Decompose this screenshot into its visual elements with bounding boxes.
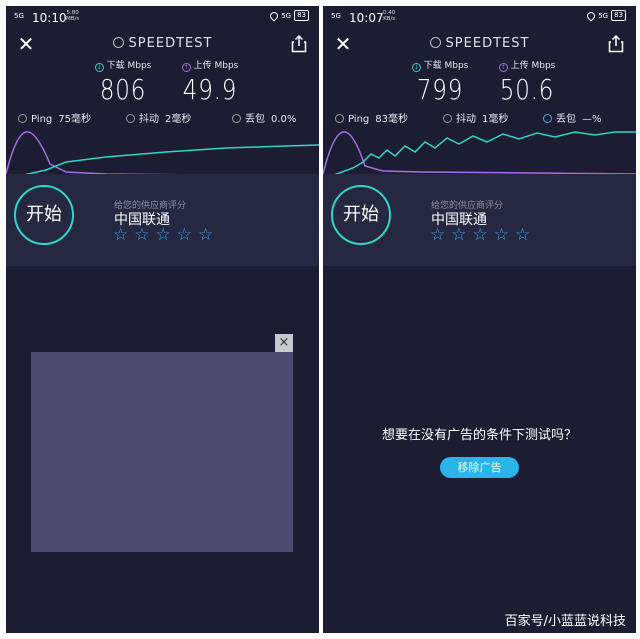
help-icon[interactable] — [543, 114, 552, 123]
upload-icon: ↑ — [181, 63, 191, 72]
watermark: 百家号/小蓝蓝说科技 — [504, 614, 626, 629]
star-icon[interactable]: ☆ — [494, 227, 509, 244]
star-icon[interactable]: ☆ — [113, 227, 128, 244]
ping-stat: Ping 83毫秒 — [335, 110, 408, 125]
ad-banner[interactable] — [31, 352, 293, 552]
download-metric: ↓ 下载 Mbps 799 — [395, 58, 485, 106]
upload-metric: ↑ 上传 Mbps 49.9 — [165, 58, 255, 106]
status-time: 10:07 — [349, 11, 384, 25]
star-icon[interactable]: ☆ — [430, 227, 445, 244]
signal-indicator: 5G — [14, 12, 24, 20]
rating-stars: ☆ ☆ ☆ ☆ ☆ — [113, 227, 213, 244]
speed-metrics: ↓ 下载 Mbps 806 ↑ 上传 Mbps 49.9 — [6, 58, 319, 108]
provider-panel: 开始 给您的供应商评分 中国联通 ☆ ☆ ☆ ☆ ☆ — [6, 174, 319, 266]
status-bar: 5G 10:10 5.80 MB/s 5G 83 — [6, 6, 319, 28]
network-type: 5G — [281, 11, 292, 20]
app-title: SPEEDTEST — [6, 36, 319, 51]
top-bar: ✕ SPEEDTEST — [323, 30, 636, 60]
download-icon: ↓ — [94, 63, 104, 72]
jitter-icon — [443, 114, 452, 123]
network-speed: 5.80 MB/s — [66, 10, 80, 22]
speed-metrics: ↓ 下载 Mbps 799 ↑ 上传 Mbps 50.6 — [323, 58, 636, 108]
network-type: 5G — [598, 11, 609, 20]
remove-ads-button[interactable]: 移除广告 — [440, 457, 519, 478]
signal-indicator: 5G — [331, 12, 341, 20]
upload-icon: ↑ — [498, 63, 508, 72]
download-label: 下载 Mbps — [423, 61, 469, 71]
ad-free-prompt: 想要在没有广告的条件下测试吗？ — [381, 428, 577, 443]
ping-stat: Ping 75毫秒 — [18, 110, 91, 125]
upload-value: 49.9 — [182, 73, 238, 106]
download-icon: ↓ — [411, 63, 421, 72]
start-button[interactable]: 开始 — [331, 185, 391, 245]
right-phone-screen: 5G 10:07 0.40 KB/s 5G 83 ✕ SPEEDTEST ↓ 下载 … — [323, 6, 636, 633]
download-value: 806 — [99, 73, 147, 106]
loss-stat: 丢包 0.0% — [232, 110, 296, 125]
star-icon[interactable]: ☆ — [515, 227, 530, 244]
top-bar: ✕ SPEEDTEST — [6, 30, 319, 60]
battery-icon: 83 — [611, 10, 626, 21]
loss-icon — [232, 114, 241, 123]
upload-curve — [6, 131, 319, 177]
status-bar: 5G 10:07 0.40 KB/s 5G 83 — [323, 6, 636, 28]
start-button[interactable]: 开始 — [14, 185, 74, 245]
battery-icon: 83 — [294, 10, 309, 21]
jitter-icon — [126, 114, 135, 123]
jitter-stat: 抖动 2毫秒 — [126, 110, 191, 125]
download-value: 799 — [416, 73, 464, 106]
jitter-stat: 抖动 1毫秒 — [443, 110, 508, 125]
gauge-icon — [112, 37, 124, 48]
share-icon[interactable] — [291, 35, 307, 53]
location-icon — [268, 9, 280, 22]
location-icon — [585, 9, 597, 22]
star-icon[interactable]: ☆ — [473, 227, 488, 244]
star-icon[interactable]: ☆ — [198, 227, 213, 244]
star-icon[interactable]: ☆ — [134, 227, 149, 244]
star-icon[interactable]: ☆ — [156, 227, 171, 244]
download-label: 下载 Mbps — [106, 61, 152, 71]
upload-value: 50.6 — [499, 73, 555, 106]
upload-label: 上传 Mbps — [510, 61, 556, 71]
left-phone-screen: 5G 10:10 5.80 MB/s 5G 83 ✕ SPEEDTEST ↓ 下载 … — [6, 6, 319, 633]
status-time: 10:10 — [32, 11, 67, 25]
share-icon[interactable] — [608, 35, 624, 53]
star-icon[interactable]: ☆ — [177, 227, 192, 244]
rating-stars: ☆ ☆ ☆ ☆ ☆ — [430, 227, 530, 244]
network-speed: 0.40 KB/s — [383, 10, 396, 22]
upload-label: 上传 Mbps — [193, 61, 239, 71]
provider-panel: 开始 给您的供应商评分 中国联通 ☆ ☆ ☆ ☆ ☆ — [323, 174, 636, 266]
upload-metric: ↑ 上传 Mbps 50.6 — [482, 58, 572, 106]
star-icon[interactable]: ☆ — [451, 227, 466, 244]
ad-close-icon[interactable]: × — [275, 334, 293, 352]
download-metric: ↓ 下载 Mbps 806 — [78, 58, 168, 106]
gauge-icon — [429, 37, 441, 48]
ping-icon — [18, 114, 27, 123]
status-right: 5G 83 — [585, 9, 626, 22]
app-title: SPEEDTEST — [323, 36, 636, 51]
ping-icon — [335, 114, 344, 123]
status-right: 5G 83 — [268, 9, 309, 22]
loss-stat: 丢包 —% — [543, 110, 602, 125]
